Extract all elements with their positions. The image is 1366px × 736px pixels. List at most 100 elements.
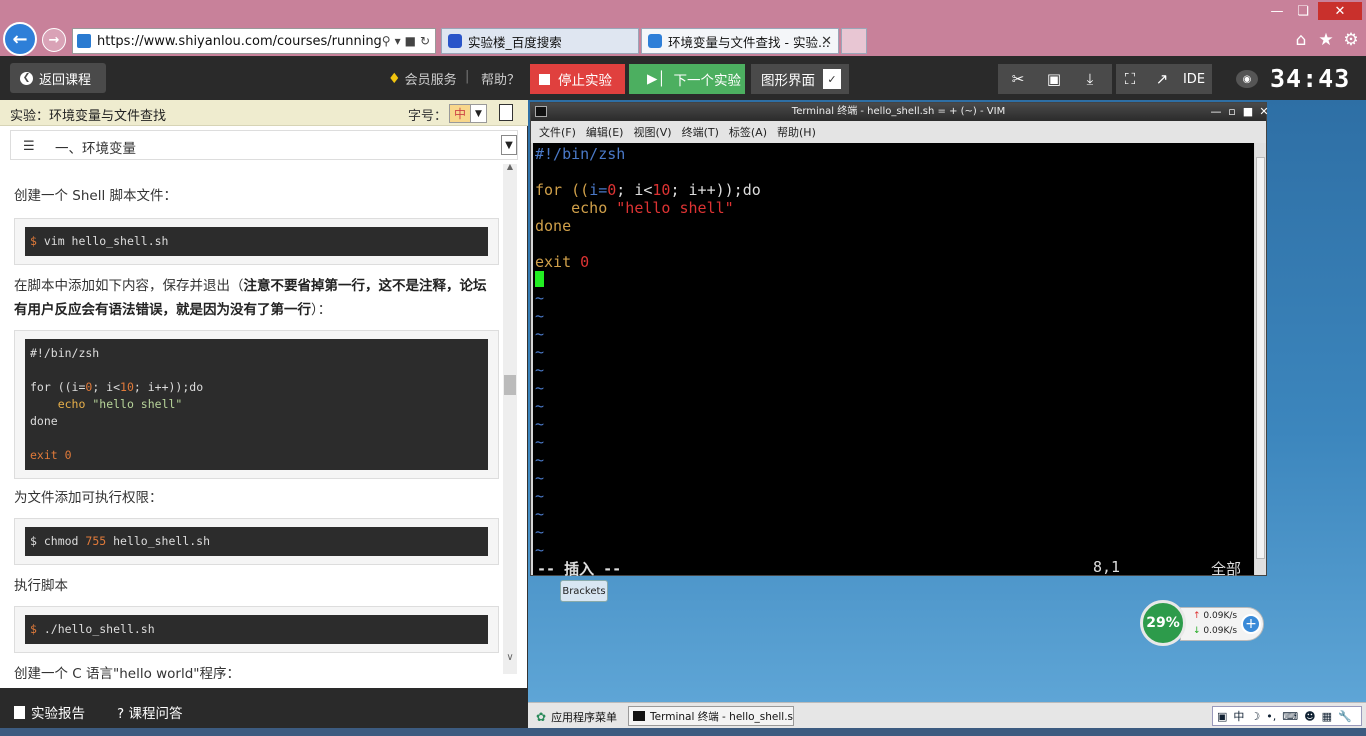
brackets-desktop-icon[interactable]: Brackets	[560, 580, 608, 602]
scroll-up-icon[interactable]: ▲	[503, 162, 517, 174]
punctuation-icon[interactable]: •,	[1266, 710, 1276, 723]
terminal-window[interactable]: Terminal 终端 - hello_shell.sh = + (~) - V…	[530, 102, 1269, 578]
diamond-icon: ♦	[388, 70, 401, 87]
menu-view[interactable]: 视图(V)	[633, 124, 671, 140]
moon-icon[interactable]: ☽	[1250, 710, 1260, 723]
graphical-interface-select[interactable]: 图形界面 ✓	[751, 64, 849, 94]
menu-terminal[interactable]: 终端(T)	[682, 124, 719, 140]
download-arrow-icon: ↓	[1193, 626, 1201, 636]
paragraph: 创建一个 C 语言"hello world"程序：	[14, 666, 241, 682]
help-link[interactable]: 帮助？	[481, 69, 520, 88]
screenshot-icon[interactable]: ▣	[1040, 64, 1068, 94]
star-icon[interactable]: ★	[1316, 30, 1336, 50]
scissors-icon[interactable]: ✂	[1004, 64, 1032, 94]
paragraph: 创建一个 Shell 脚本文件：	[14, 188, 178, 204]
ide-button[interactable]: IDE	[1180, 64, 1208, 94]
refresh-icon[interactable]: ↻	[420, 34, 430, 48]
grid-icon[interactable]: ▦	[1322, 710, 1332, 723]
wrench-icon[interactable]: 🔧	[1338, 710, 1352, 723]
input-method-bar[interactable]: ▣ 中 ☽ •, ⌨ ☻ ▦ 🔧	[1212, 706, 1362, 726]
plus-icon[interactable]: +	[1241, 614, 1261, 634]
window-minimize-icon[interactable]: —	[1266, 2, 1288, 20]
scrollbar-thumb[interactable]	[1256, 157, 1265, 559]
list-icon: ☰	[23, 139, 35, 154]
document-icon[interactable]	[499, 104, 513, 121]
dropdown-icon[interactable]: ▾	[395, 34, 401, 48]
lab-toolbar: ❮ 返回课程 ♦ 会员服务 | 帮助？ 停止实验 ▶│ 下一个实验 图形界面 ✓…	[0, 56, 1366, 100]
restore-icon[interactable]: ▫	[1225, 104, 1239, 119]
keyboard-icon[interactable]: ⌨	[1282, 710, 1298, 723]
doc-scrollbar[interactable]	[503, 164, 517, 674]
menu-file[interactable]: 文件(F)	[539, 124, 576, 140]
applications-menu[interactable]: ✿ 应用程序菜单	[536, 709, 617, 725]
paragraph: 为文件添加可执行权限：	[14, 490, 163, 506]
terminal-icon	[535, 106, 547, 117]
doc-content: 创建一个 Shell 脚本文件： $ vim hello_shell.sh 在脚…	[0, 162, 516, 686]
menu-edit[interactable]: 编辑(E)	[586, 124, 624, 140]
eye-icon[interactable]: ◉	[1236, 70, 1258, 88]
terminal-icon	[633, 711, 645, 721]
code-block: #!/bin/zsh for ((i=0; i<10; i++));do ech…	[14, 330, 499, 479]
new-tab-button[interactable]	[841, 28, 867, 54]
page-icon	[14, 705, 25, 719]
chevron-down-icon[interactable]: ✓	[823, 69, 841, 89]
window-restore-icon[interactable]: ❏	[1292, 2, 1314, 20]
remote-desktop[interactable]: Terminal 终端 - hello_shell.sh = + (~) - V…	[528, 100, 1366, 702]
paragraph: 在脚本中添加如下内容，保存并退出（注意不要省掉第一行，这不是注释，论坛有用户反应…	[14, 278, 487, 318]
vim-status-line: -- 插入 -- 8,1 全部	[533, 558, 1254, 578]
address-bar[interactable]: https://www.shiyanlou.com/courses/runnin…	[72, 28, 436, 54]
vim-line	[535, 271, 1252, 289]
site-favicon-icon	[77, 34, 91, 48]
vim-line	[535, 235, 1252, 253]
close-tab-icon[interactable]: ✕	[821, 34, 832, 49]
taskbar-terminal-item[interactable]: Terminal 终端 - hello_shell.sh...	[628, 706, 794, 726]
stop-square-icon	[539, 73, 550, 85]
stop-lab-button[interactable]: 停止实验	[530, 64, 625, 94]
home-icon[interactable]: ⌂	[1291, 30, 1311, 50]
next-lab-button[interactable]: ▶│ 下一个实验	[629, 64, 745, 94]
baidu-paw-icon	[448, 34, 462, 48]
skip-next-icon: ▶│	[647, 71, 666, 87]
fullscreen-icon[interactable]: ⛶	[1116, 64, 1144, 94]
back-arrow-icon[interactable]: ←	[3, 22, 37, 56]
left-chevron-icon: ❮	[20, 71, 33, 85]
menu-help[interactable]: 帮助(H)	[777, 124, 816, 140]
vip-service-link[interactable]: ♦ 会员服务	[388, 69, 457, 89]
section-select[interactable]: ☰ 一、环境变量 ▼	[10, 130, 518, 160]
chevron-down-icon[interactable]: ▼	[501, 135, 517, 155]
vim-line: for ((i=0; i<10; i++));do	[535, 181, 761, 199]
xfce-mouse-icon: ✿	[536, 710, 547, 724]
maximize-icon[interactable]: ■	[1241, 104, 1255, 119]
search-icon[interactable]: ⚲	[382, 34, 391, 48]
font-size-select[interactable]: 中 ▼	[449, 104, 487, 123]
network-monitor-widget[interactable]: ↑ 0.09K/s ↓ 0.09K/s + 29%	[1140, 600, 1264, 646]
tab-baidu-search[interactable]: 实验楼_百度搜索	[441, 28, 639, 54]
lab-report-button[interactable]: 实验报告	[14, 702, 85, 722]
menu-tabs[interactable]: 标签(A)	[729, 124, 767, 140]
code-block: $ ./hello_shell.sh	[14, 606, 499, 653]
host-taskbar	[0, 728, 1366, 736]
url-text[interactable]: https://www.shiyanlou.com/courses/runnin…	[97, 34, 382, 49]
lock-icon: ■	[404, 34, 416, 48]
vim-editor-screen[interactable]: #!/bin/zsh for ((i=0; i<10; i++));do ech…	[533, 143, 1254, 575]
back-to-course-button[interactable]: ❮ 返回课程	[10, 63, 106, 93]
user-icon[interactable]: ☻	[1304, 710, 1315, 723]
external-link-icon[interactable]: ↗	[1148, 64, 1176, 94]
gear-icon[interactable]: ⚙	[1341, 30, 1361, 50]
vim-line: exit 0	[535, 253, 590, 271]
window-close-icon[interactable]: ✕	[1318, 2, 1362, 20]
memory-usage-gauge: 29%	[1140, 600, 1186, 646]
section-title: 一、环境变量	[55, 141, 136, 157]
course-qa-button[interactable]: ? 课程问答	[117, 702, 182, 722]
chevron-down-icon[interactable]: ∨	[503, 652, 517, 666]
close-icon[interactable]: ✕	[1257, 104, 1271, 119]
minimize-icon[interactable]: —	[1209, 104, 1223, 119]
download-icon[interactable]: ⤓	[1076, 64, 1104, 94]
text-cursor	[535, 271, 544, 287]
scrollbar-thumb[interactable]	[504, 375, 516, 395]
divider: |	[465, 69, 470, 84]
tab-course-active[interactable]: 环境变量与文件查找 - 实验... ✕	[641, 28, 839, 54]
terminal-title-bar[interactable]: Terminal 终端 - hello_shell.sh = + (~) - V…	[531, 103, 1266, 121]
remote-taskbar: ✿ 应用程序菜单 Terminal 终端 - hello_shell.sh...…	[528, 702, 1366, 728]
forward-arrow-icon[interactable]: →	[42, 28, 66, 52]
